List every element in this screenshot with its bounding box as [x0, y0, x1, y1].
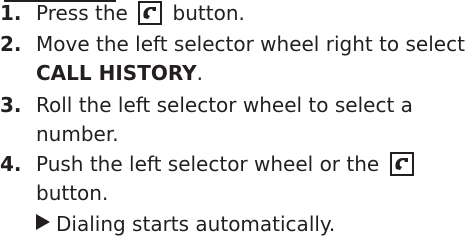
step-text-end: button. — [172, 1, 245, 25]
result-text: Dialing starts automatically. — [56, 212, 336, 236]
instruction-page: 1 Press the button. 2 Move the left sele… — [0, 0, 476, 245]
step-2-continuation: CALL HISTORY. — [36, 58, 203, 88]
triangle-right-icon — [36, 214, 50, 230]
step-4-continuation: button. — [36, 181, 109, 205]
step-text: Push the left selector wheel or the — [36, 152, 380, 176]
step-number: 3 — [0, 90, 22, 120]
step-number: 4 — [0, 149, 22, 179]
step-number: 1 — [0, 0, 22, 28]
step-text: Press the — [36, 1, 128, 25]
menu-name: CALL HISTORY — [36, 61, 197, 85]
step-text: Move the left selector wheel right to se… — [36, 32, 465, 56]
phone-handset-icon — [138, 1, 163, 25]
period: . — [196, 61, 203, 85]
step-text: Roll the left selector wheel to select a — [36, 93, 413, 117]
step-3-continuation: number. — [36, 122, 119, 146]
step-number: 2 — [0, 29, 22, 59]
result-note: Dialing starts automatically. — [36, 209, 335, 239]
phone-handset-icon — [389, 152, 414, 176]
